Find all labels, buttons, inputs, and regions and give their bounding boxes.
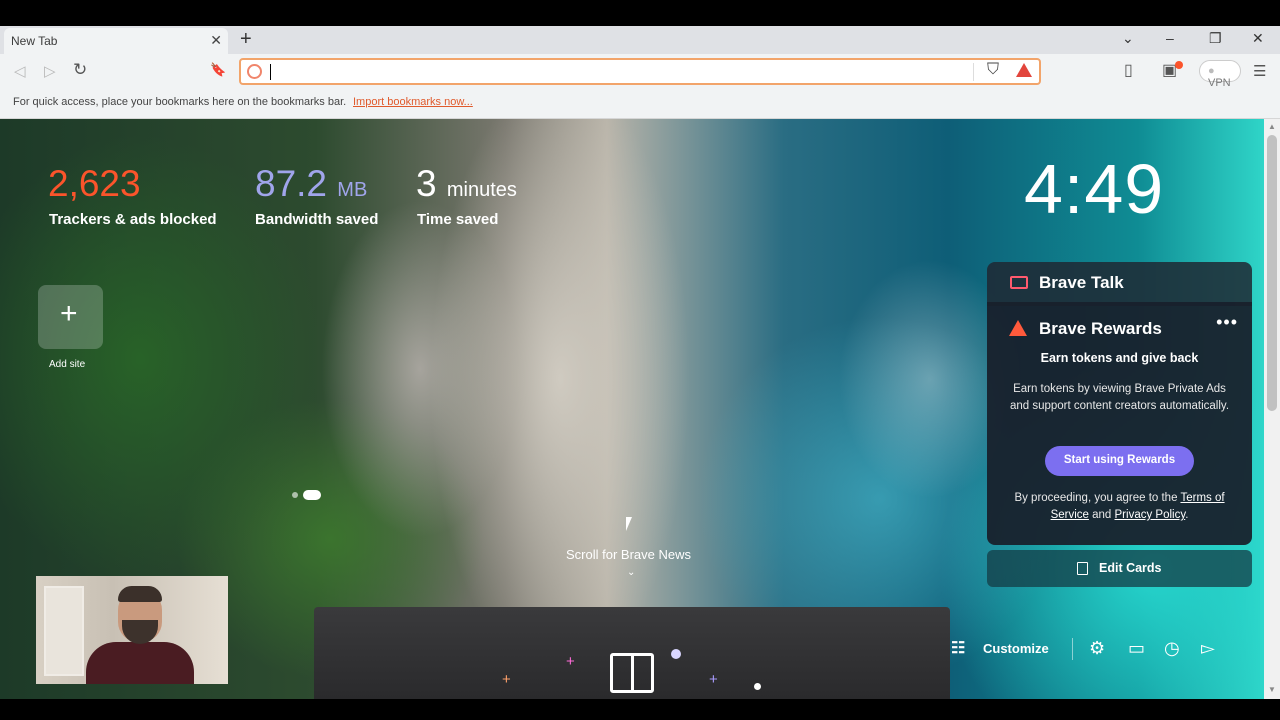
sparkle-icon: + (709, 671, 718, 688)
legal-prefix: By proceeding, you agree to the (1014, 492, 1178, 504)
sidebar-toggle-icon[interactable]: ▯ (1124, 60, 1133, 80)
legal-and: and (1092, 509, 1112, 521)
stat-trackers-label: Trackers & ads blocked (49, 211, 217, 228)
page-dot-1[interactable] (292, 492, 298, 498)
vpn-button[interactable]: ● VPN (1199, 60, 1241, 89)
brave-rewards-card: Brave Rewards ••• Earn tokens and give b… (987, 302, 1252, 545)
history-icon[interactable]: ◷ (1164, 638, 1180, 659)
sliders-icon: ☷ (951, 640, 966, 657)
brave-news-panel[interactable]: + + + (314, 607, 950, 699)
sparkle-icon: + (566, 653, 575, 670)
wallet-notification-dot (1175, 61, 1183, 69)
address-bar[interactable]: ⛉ (239, 58, 1041, 85)
brave-talk-card[interactable]: Brave Talk (987, 262, 1252, 306)
add-site-button[interactable]: + (38, 285, 103, 349)
bookmarks-bar: For quick access, place your bookmarks h… (0, 90, 1280, 119)
stat-time-unit: minutes (446, 179, 517, 201)
scroll-up-arrow-icon[interactable]: ▲ (1268, 122, 1276, 131)
privacy-policy-link[interactable]: Privacy Policy (1115, 509, 1186, 521)
address-bar-divider (973, 63, 974, 81)
webcam-background-shelf (44, 586, 84, 676)
stat-trackers-number: 2,623 (48, 163, 141, 204)
rewards-legal-text: By proceeding, you agree to the Terms of… (1003, 490, 1236, 524)
minimize-button[interactable]: – (1166, 30, 1174, 46)
scrollbar-thumb[interactable] (1267, 135, 1277, 411)
screen: New Tab ✕ + ⌄ – ❐ ✕ ◁ ▷ ↻ 🔖 ⛉ ▯ ▣ ● VPN … (0, 0, 1280, 720)
webcam-person-beard (122, 620, 158, 644)
bookmarks-bar-message: For quick access, place your bookmarks h… (13, 96, 347, 108)
bookmarks-icon[interactable]: ▭ (1128, 638, 1145, 659)
legal-period: . (1185, 509, 1189, 521)
page-scrollbar[interactable]: ▲ ▼ (1264, 119, 1280, 699)
reload-button[interactable]: ↻ (73, 60, 87, 80)
tab-title: New Tab (11, 34, 58, 48)
add-site-label: Add site (49, 359, 86, 370)
tab-list-icon[interactable]: ⌄ (1122, 30, 1134, 47)
stat-bandwidth-value: 87.2 MB (255, 161, 367, 213)
stat-bandwidth-label: Bandwidth saved (255, 211, 379, 228)
more-options-icon[interactable]: ••• (1216, 312, 1238, 333)
settings-icon[interactable]: ⚙ (1089, 638, 1105, 659)
edit-cards-button[interactable]: Edit Cards (987, 550, 1252, 587)
page-dot-2-active[interactable] (303, 490, 321, 500)
sparkle-icon: + (502, 671, 511, 688)
brave-shields-icon[interactable]: ⛉ (987, 61, 999, 79)
rewards-headline: Earn tokens and give back (1040, 351, 1199, 365)
restore-button[interactable]: ❐ (1209, 30, 1222, 47)
chevron-down-icon: ⌄ (627, 567, 636, 578)
bookmark-page-icon[interactable]: 🔖 (210, 62, 226, 78)
stat-trackers-value: 2,623 (48, 161, 141, 207)
video-camera-icon (1010, 276, 1028, 289)
text-cursor (270, 64, 271, 80)
rewards-title: Brave Rewards (1039, 319, 1162, 338)
webcam-person-body (86, 642, 194, 684)
edit-cards-label: Edit Cards (1099, 561, 1162, 575)
site-info-icon[interactable] (247, 64, 262, 79)
back-button[interactable]: ◁ (14, 62, 26, 80)
stat-time-number: 3 (416, 163, 437, 204)
sparkle-dot (671, 649, 681, 659)
stat-time-label: Time saved (417, 211, 499, 228)
scroll-for-news-prompt[interactable]: Scroll for Brave News (566, 547, 691, 562)
customize-label: Customize (983, 641, 1049, 656)
scroll-down-arrow-icon[interactable]: ▼ (1268, 685, 1276, 694)
start-using-rewards-button[interactable]: Start using Rewards (1045, 446, 1194, 476)
forward-button[interactable]: ▷ (44, 62, 56, 80)
tab-new-tab[interactable]: New Tab ✕ (4, 28, 228, 54)
vpn-label: VPN (1208, 77, 1231, 89)
brave-rewards-icon[interactable] (1016, 63, 1032, 77)
new-tab-button[interactable]: + (240, 29, 252, 49)
stat-bandwidth-unit: MB (337, 179, 368, 201)
stat-bandwidth-number: 87.2 (255, 163, 328, 204)
bottom-bar-divider (1072, 638, 1073, 660)
brave-talk-icon[interactable]: ▻ (1201, 638, 1215, 659)
main-menu-icon[interactable]: ☰ (1253, 62, 1266, 80)
edit-cards-icon (1077, 562, 1088, 575)
brave-rewards-logo-icon (1009, 320, 1027, 336)
import-bookmarks-link[interactable]: Import bookmarks now... (353, 96, 473, 108)
tab-close-icon[interactable]: ✕ (210, 32, 222, 49)
clock: 4:49 (1024, 150, 1165, 228)
news-book-icon (610, 653, 654, 693)
webcam-overlay (36, 576, 228, 684)
window-close-button[interactable]: ✕ (1252, 30, 1264, 47)
plus-icon: + (60, 297, 78, 330)
brave-talk-label: Brave Talk (1039, 273, 1124, 292)
tab-strip: New Tab ✕ + ⌄ – ❐ ✕ (0, 26, 1280, 54)
rewards-description: Earn tokens by viewing Brave Private Ads… (1009, 383, 1230, 412)
mouse-cursor (626, 517, 632, 531)
toolbar: ◁ ▷ ↻ 🔖 ⛉ ▯ ▣ ● VPN ☰ (0, 54, 1280, 90)
stat-time-value: 3 minutes (416, 161, 517, 213)
sparkle-dot (754, 683, 761, 690)
webcam-person-hair (118, 586, 162, 602)
vpn-status-icon: ● (1208, 65, 1215, 77)
